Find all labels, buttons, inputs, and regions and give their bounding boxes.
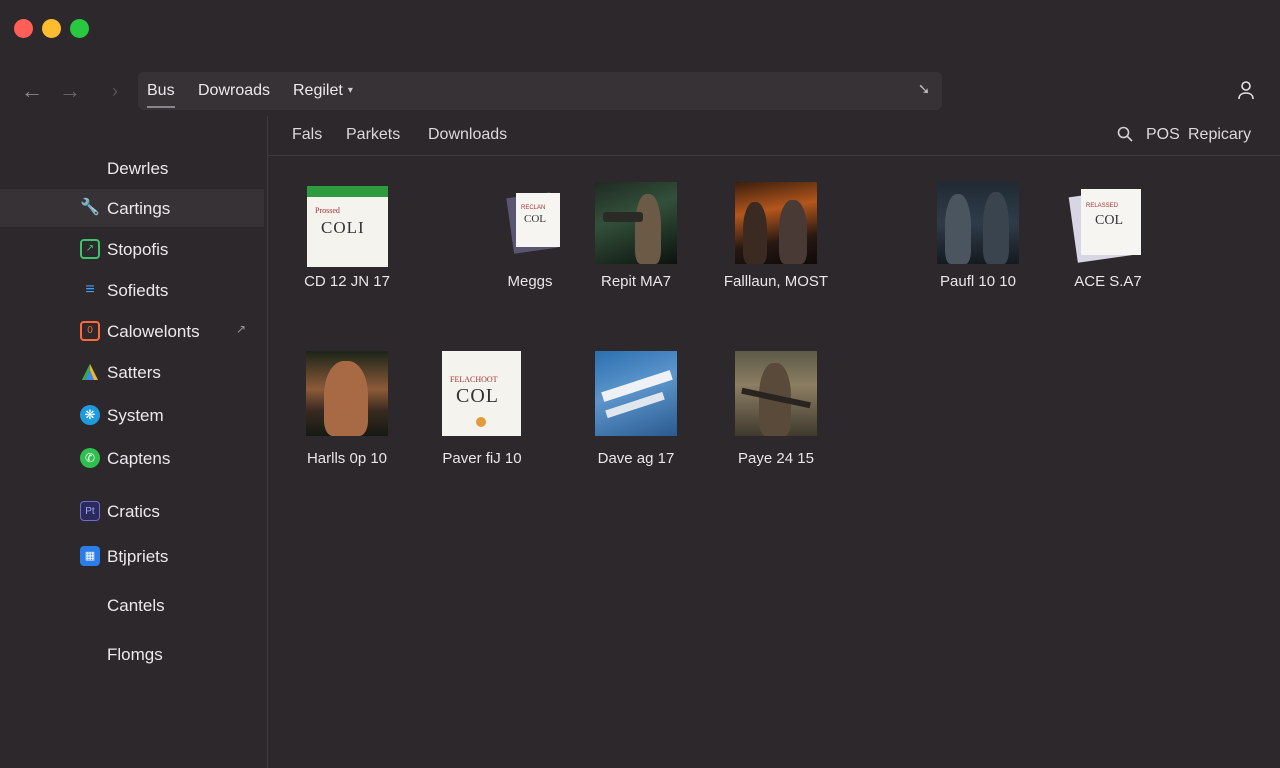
- sidebar-item-system[interactable]: ❋ System: [0, 396, 264, 434]
- sidebar-item-label: System: [107, 406, 164, 425]
- sidebar-item-label: Stopofis: [107, 240, 169, 259]
- toolbar: ← → › Bus Dowroads Regilet ▾ ➘: [0, 66, 1280, 116]
- thumb-text: FELACHOOT: [450, 375, 498, 384]
- thumb-title: COL: [456, 385, 499, 407]
- sidebar-item-label: Satters: [107, 363, 161, 382]
- file-item[interactable]: RELASSED COL ACE S.A7: [1033, 181, 1183, 311]
- file-item[interactable]: Paye 24 15: [701, 351, 851, 485]
- arrow-right-icon[interactable]: →: [57, 78, 83, 104]
- sidebar-item-cantels[interactable]: Cantels: [0, 586, 264, 624]
- sidebar-item-label: Flomgs: [107, 645, 163, 664]
- file-caption: Falllaun, MOST: [723, 273, 829, 290]
- sidebar: Dewrles 🔧 Cartings ↗ Stopofis ≡ Sofiedts…: [0, 116, 268, 768]
- sidebar-item-dewrles[interactable]: Dewrles: [0, 149, 264, 187]
- path-bar: Bus Dowroads Regilet ▾ ➘: [138, 72, 942, 110]
- file-caption: Dave ag 17: [597, 450, 675, 467]
- sidebar-item-flomgs[interactable]: Flomgs: [0, 635, 264, 673]
- path-tab-regilet-label: Regilet: [293, 82, 343, 99]
- minimize-window-button[interactable]: [42, 19, 61, 38]
- document-thumbnail: Prossed COLI: [307, 186, 388, 267]
- sidebar-item-btjpriets[interactable]: ▦ Btjpriets: [0, 537, 264, 575]
- sidebar-item-calowelonts[interactable]: 0 Calowelonts ↗: [0, 312, 264, 350]
- game-art-thumbnail: [735, 182, 817, 264]
- sidebar-item-label: Captens: [107, 449, 171, 468]
- sidebar-item-satters[interactable]: Satters: [0, 353, 264, 391]
- chart-icon: ↗: [80, 239, 100, 259]
- sidebar-item-label: Cratics: [107, 502, 160, 521]
- photoshop-icon: Pt: [80, 501, 100, 521]
- sidebar-item-captens[interactable]: ✆ Captens: [0, 439, 264, 477]
- sidebar-item-label: Calowelonts: [107, 322, 200, 341]
- wrench-icon: 🔧: [80, 199, 100, 216]
- arrow-left-icon[interactable]: ←: [19, 78, 45, 104]
- repicary-button[interactable]: Repicary: [1188, 126, 1251, 144]
- chevron-right-icon[interactable]: ›: [102, 78, 128, 104]
- document-icon: ▦: [80, 546, 100, 566]
- tab-fals[interactable]: Fals: [292, 126, 322, 144]
- game-art-thumbnail: [595, 182, 677, 264]
- thumb-text: Prossed: [315, 206, 340, 215]
- pos-button[interactable]: POS: [1146, 126, 1180, 144]
- file-item[interactable]: Prossed COLI CD 12 JN 17: [272, 181, 422, 311]
- game-art-thumbnail: [595, 351, 677, 436]
- file-item[interactable]: Dave ag 17: [561, 351, 711, 485]
- search-icon[interactable]: [1116, 125, 1134, 143]
- atom-icon: ❋: [80, 405, 100, 425]
- sidebar-item-label: Cartings: [107, 199, 171, 218]
- user-icon[interactable]: [1234, 78, 1258, 102]
- sidebar-item-cratics[interactable]: Pt Cratics: [0, 492, 264, 530]
- file-caption: Paye 24 15: [738, 450, 814, 467]
- file-caption: ACE S.A7: [1074, 273, 1142, 290]
- game-art-thumbnail: [937, 182, 1019, 264]
- title-bar: [0, 0, 1280, 66]
- path-tab-regilet[interactable]: Regilet ▾: [293, 82, 353, 100]
- path-tab-bus[interactable]: Bus: [147, 82, 175, 108]
- content-header: Fals Parkets Downloads POS Repicary: [268, 116, 1280, 156]
- thumb-title: COL: [524, 213, 546, 225]
- thumb-title: COLI: [321, 218, 365, 237]
- sidebar-item-sofiedts[interactable]: ≡ Sofiedts: [0, 271, 264, 309]
- chevron-down-icon: ▾: [347, 85, 353, 96]
- tab-parkets[interactable]: Parkets: [346, 126, 400, 144]
- file-caption: Paufl 10 10: [940, 273, 1016, 290]
- document-stack-thumbnail: RECLAN COL: [506, 191, 566, 254]
- sidebar-item-stopofis[interactable]: ↗ Stopofis: [0, 230, 264, 268]
- file-caption: Repit MA7: [600, 273, 672, 290]
- list-icon: ≡: [85, 281, 95, 298]
- document-stack-thumbnail: RELASSED COL: [1068, 187, 1145, 265]
- file-item[interactable]: Falllaun, MOST: [701, 181, 851, 311]
- calendar-icon: 0: [80, 321, 100, 341]
- game-art-thumbnail: [735, 351, 817, 436]
- phone-icon: ✆: [80, 448, 100, 468]
- file-caption: CD 12 JN 17: [304, 273, 390, 290]
- sidebar-item-label: Cantels: [107, 596, 165, 615]
- close-window-button[interactable]: [14, 19, 33, 38]
- arrow-up-right-icon: ↗: [236, 322, 247, 336]
- sidebar-item-cartings[interactable]: 🔧 Cartings: [0, 189, 264, 227]
- game-art-thumbnail: [306, 351, 388, 436]
- file-item[interactable]: Harlls 0p 10: [272, 351, 422, 485]
- thumb-text: RELASSED: [1086, 203, 1119, 209]
- thumb-text: RECLAN: [521, 205, 546, 211]
- pin-icon[interactable]: ➘: [914, 80, 934, 100]
- sidebar-item-label: Sofiedts: [107, 281, 169, 300]
- file-item[interactable]: FELACHOOT COL Paver fiJ 10: [407, 351, 557, 485]
- file-item[interactable]: Repit MA7: [561, 181, 711, 311]
- sidebar-item-label: Dewrles: [107, 159, 169, 178]
- triangle-icon: [80, 362, 100, 382]
- document-thumbnail: FELACHOOT COL: [442, 351, 521, 436]
- tab-downloads[interactable]: Downloads: [428, 126, 507, 144]
- file-caption: Paver fiJ 10: [442, 450, 522, 467]
- sidebar-item-label: Btjpriets: [107, 547, 169, 566]
- file-caption: Harlls 0p 10: [306, 450, 388, 467]
- path-tab-downloads[interactable]: Dowroads: [198, 82, 270, 100]
- zoom-window-button[interactable]: [70, 19, 89, 38]
- thumb-title: COL: [1095, 213, 1123, 228]
- file-item[interactable]: Paufl 10 10: [903, 181, 1053, 311]
